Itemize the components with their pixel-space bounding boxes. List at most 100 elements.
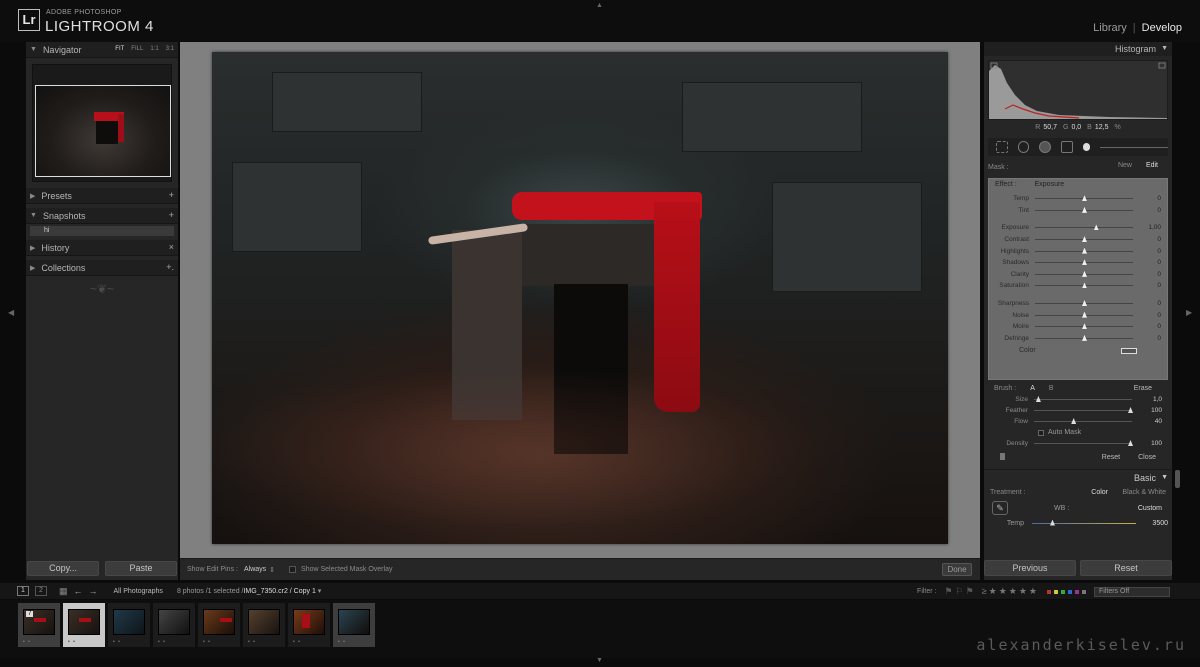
brush-flow-value[interactable]: 40	[1132, 418, 1162, 425]
collapse-right-icon[interactable]: ▶	[1186, 308, 1192, 317]
brush-feather-value[interactable]: 100	[1132, 407, 1162, 414]
slider-shadows[interactable]: Shadows 0	[995, 257, 1161, 269]
brush-flow-slider[interactable]: Flow 40	[994, 416, 1162, 427]
slider-highlights[interactable]: Highlights 0	[995, 245, 1161, 257]
snapshots-header[interactable]: ▼ Snapshots +	[26, 208, 178, 224]
mask-new-button[interactable]: New	[1118, 162, 1132, 169]
filmstrip-thumb[interactable]: • •	[153, 603, 195, 647]
brush-reset-button[interactable]: Reset	[1102, 454, 1120, 461]
slider-knob[interactable]	[1082, 282, 1087, 289]
basic-header[interactable]: Basic ▼	[984, 469, 1172, 485]
filmstrip-thumb[interactable]: 7 • •	[18, 603, 60, 647]
brush-density-slider[interactable]: Density 100	[994, 438, 1162, 449]
slider-knob[interactable]	[1093, 224, 1099, 231]
slider-track[interactable]	[1035, 311, 1133, 318]
treatment-color-button[interactable]: Color	[1091, 489, 1108, 496]
brush-size-value[interactable]: 1,0	[1132, 396, 1162, 403]
slider-knob[interactable]	[1082, 300, 1087, 307]
slider-value[interactable]: 0	[1133, 259, 1161, 266]
filmstrip-thumb-selected[interactable]: • •	[63, 603, 105, 647]
slider-track[interactable]	[1035, 224, 1133, 231]
filter-preset-select[interactable]: Filters Off	[1094, 586, 1170, 597]
treatment-bw-button[interactable]: Black & White	[1122, 489, 1166, 496]
history-header[interactable]: ▶ History ×	[26, 240, 178, 256]
slider-knob[interactable]	[1082, 311, 1087, 318]
slider-knob[interactable]	[1082, 270, 1087, 277]
second-monitor-button[interactable]: 2	[35, 586, 47, 596]
color-swatch[interactable]	[1121, 348, 1137, 355]
brush-close-button[interactable]: Close	[1138, 454, 1156, 461]
slider-knob[interactable]	[1050, 519, 1055, 526]
source-label[interactable]: All Photographs	[114, 588, 163, 595]
brush-a-button[interactable]: A	[1030, 385, 1035, 392]
add-collection-icon[interactable]: +.	[166, 262, 174, 272]
grid-view-icon[interactable]: ▦	[59, 586, 68, 597]
histogram-header[interactable]: Histogram ▼	[984, 42, 1172, 56]
slider-knob[interactable]	[1082, 323, 1087, 330]
slider-value[interactable]: 0	[1133, 236, 1161, 243]
slider-knob[interactable]	[1035, 396, 1041, 402]
crop-tool-icon[interactable]	[996, 141, 1008, 153]
slider-value[interactable]: 1,00	[1133, 224, 1161, 231]
slider-value[interactable]: 0	[1133, 282, 1161, 289]
slider-value[interactable]: 0	[1133, 323, 1161, 330]
nav-arrows-icon[interactable]: ←→	[74, 586, 104, 596]
brush-density-value[interactable]: 100	[1132, 440, 1162, 447]
slider-track[interactable]	[1035, 270, 1133, 277]
slider-tint[interactable]: Tint 0	[995, 205, 1161, 217]
slider-moire[interactable]: Moire 0	[995, 321, 1161, 333]
navigator-image[interactable]	[35, 85, 171, 177]
navigator-preview[interactable]	[32, 64, 172, 182]
slider-knob[interactable]	[1082, 334, 1087, 341]
slider-track[interactable]	[1035, 247, 1133, 254]
basic-temp-slider[interactable]: Temp 3500	[984, 517, 1172, 529]
spot-removal-tool-icon[interactable]	[1017, 141, 1030, 153]
zoom-1-1[interactable]: 1:1	[150, 46, 158, 52]
slider-value[interactable]: 0	[1133, 248, 1161, 255]
slider-defringe[interactable]: Defringe 0	[995, 333, 1161, 345]
slider-track[interactable]	[1035, 236, 1133, 243]
slider-knob[interactable]	[1082, 236, 1087, 243]
module-develop[interactable]: Develop	[1142, 22, 1182, 34]
color-label-filters[interactable]	[1047, 589, 1086, 594]
collections-header[interactable]: ▶ Collections +.	[26, 260, 178, 276]
add-preset-icon[interactable]: +	[169, 190, 174, 200]
presets-header[interactable]: ▶ Presets +	[26, 188, 178, 204]
slider-track[interactable]	[1035, 195, 1133, 202]
snapshot-item[interactable]: hi	[30, 226, 174, 236]
collapse-top-icon[interactable]: ▲	[596, 2, 603, 9]
slider-track[interactable]	[1035, 334, 1133, 341]
slider-knob[interactable]	[1082, 195, 1087, 202]
module-library[interactable]: Library	[1093, 22, 1127, 34]
slider-value[interactable]: 0	[1133, 312, 1161, 319]
slider-value[interactable]: 0	[1133, 300, 1161, 307]
brush-b-button[interactable]: B	[1049, 385, 1054, 392]
paste-button[interactable]: Paste	[105, 561, 177, 576]
edit-pins-select[interactable]: Always	[244, 566, 266, 573]
slider-knob[interactable]	[1071, 418, 1077, 424]
collapse-bottom-icon[interactable]: ▼	[596, 657, 603, 664]
effect-select[interactable]: Exposure	[1035, 181, 1065, 188]
wb-select[interactable]: Custom	[1138, 505, 1162, 512]
slider-clarity[interactable]: Clarity 0	[995, 269, 1161, 281]
filmstrip-thumb[interactable]: • •	[108, 603, 150, 647]
previous-button[interactable]: Previous	[984, 560, 1076, 576]
zoom-fit[interactable]: FIT	[115, 46, 124, 52]
brush-size-slider[interactable]: Size 1,0	[994, 394, 1162, 405]
brush-feather-slider[interactable]: Feather 100	[994, 405, 1162, 416]
eyedropper-icon[interactable]: ✎	[992, 501, 1008, 515]
mask-edit-button[interactable]: Edit	[1146, 162, 1158, 169]
slider-knob[interactable]	[1082, 259, 1087, 266]
slider-knob[interactable]	[1082, 206, 1087, 213]
clear-history-icon[interactable]: ×	[169, 242, 174, 252]
slider-track[interactable]	[1035, 206, 1133, 213]
graduated-filter-icon[interactable]	[1060, 141, 1073, 153]
slider-track[interactable]	[1035, 282, 1133, 289]
copy-button[interactable]: Copy...	[27, 561, 99, 576]
mask-overlay-checkbox[interactable]	[289, 566, 297, 573]
rating-filter-stars[interactable]: ≥★★★★★	[982, 586, 1039, 597]
slider-value[interactable]: 0	[1133, 271, 1161, 278]
filmstrip-thumb[interactable]: • •	[333, 603, 375, 647]
slider-knob[interactable]	[1082, 247, 1087, 254]
slider-exposure[interactable]: Exposure 1,00	[995, 222, 1161, 234]
